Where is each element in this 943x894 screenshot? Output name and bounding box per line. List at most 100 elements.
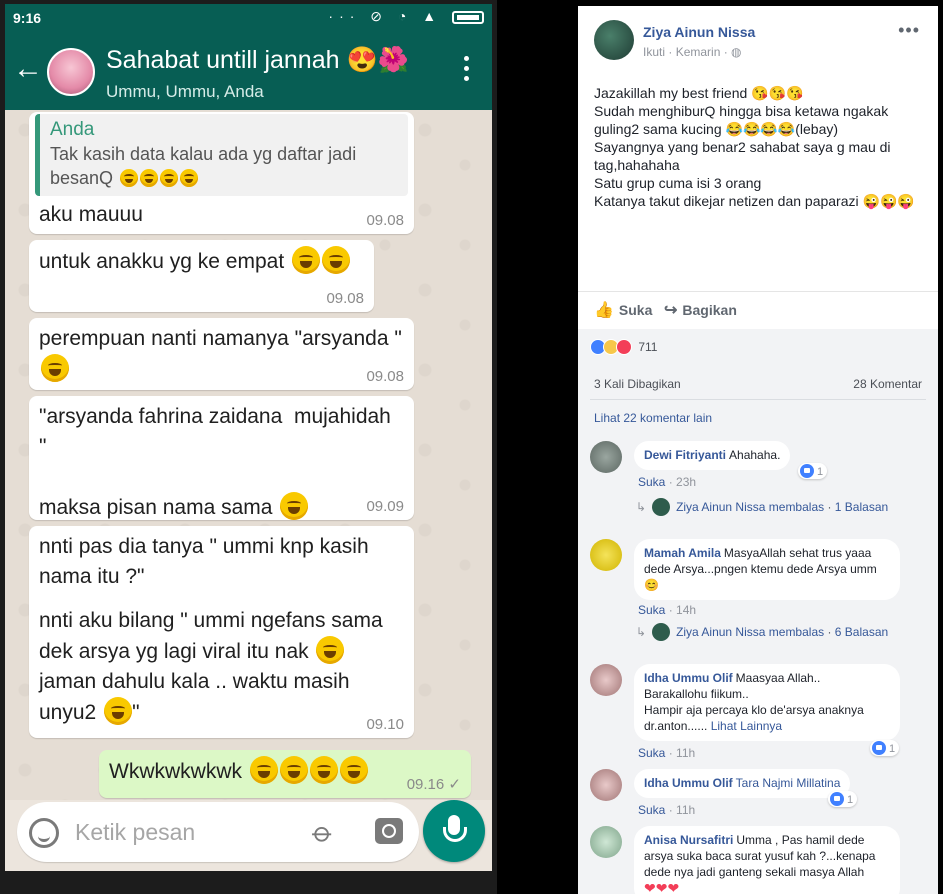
- globe-icon: ◍: [731, 45, 742, 59]
- post-line: Satu grup cuma isi 3 orang: [594, 175, 762, 191]
- rofl-emoji-icon: [279, 756, 308, 784]
- mic-button[interactable]: [423, 800, 485, 862]
- author-avatar[interactable]: [594, 20, 634, 60]
- see-more-link[interactable]: Lihat Lainnya: [711, 719, 782, 733]
- comment-text: Maasyaa Allah..: [735, 671, 821, 685]
- comment-likes[interactable]: 1: [870, 740, 900, 756]
- reaction-count: 711: [638, 340, 658, 354]
- whatsapp-phone: 9:16 ··· ⊘ ◔ ▲ ← Sahabat untill jannah 😍…: [0, 0, 497, 894]
- like-icon: [830, 792, 844, 806]
- post-actions: 👍 Suka ↪ Bagikan: [578, 291, 938, 329]
- message-bubble[interactable]: nnti pas dia tanya " ummi knp kasih nama…: [29, 526, 414, 738]
- reply-preview[interactable]: ↳ Ziya Ainun Nissa membalas · 6 Balasan: [636, 623, 888, 641]
- reply-avatar: [652, 498, 671, 516]
- commenter-avatar[interactable]: [590, 441, 622, 473]
- post-meta: Ikuti · Kemarin · ◍: [643, 45, 742, 59]
- attach-icon[interactable]: ⌀: [306, 815, 341, 850]
- back-arrow-icon[interactable]: ←: [13, 54, 43, 84]
- like-icon: [872, 741, 886, 755]
- commenter-name[interactable]: Idha Ummu Olif: [644, 671, 733, 685]
- comment-like-link[interactable]: Suka: [638, 603, 665, 617]
- status-icons: ··· ⊘ ◔ ▲: [328, 8, 484, 25]
- wink-tongue-emoji-icon: [41, 354, 69, 382]
- rofl-emoji-icon: [280, 492, 309, 520]
- message-text: aku mauuu: [39, 203, 143, 226]
- overflow-menu-icon[interactable]: [464, 56, 470, 86]
- rofl-emoji-icon: [316, 636, 345, 664]
- comment-likes[interactable]: 1: [798, 463, 828, 479]
- emoji-icon[interactable]: [29, 818, 59, 848]
- comments-section: 711 3 Kali Dibagikan 28 Komentar Lihat 2…: [578, 329, 938, 894]
- joy-emoji-icon: [292, 246, 320, 274]
- message-bubble[interactable]: untuk anakku yg ke empat 09.08: [29, 240, 374, 312]
- joy-emoji-icon: [104, 697, 133, 725]
- whatsapp-screen: 9:16 ··· ⊘ ◔ ▲ ← Sahabat untill jannah 😍…: [5, 4, 492, 871]
- commenter-avatar[interactable]: [590, 769, 622, 801]
- rofl-emoji-icon: [249, 756, 278, 784]
- follow-link[interactable]: Ikuti: [643, 45, 665, 59]
- chat-header: ← Sahabat untill jannah 😍🌺 Ummu, Ummu, A…: [5, 32, 492, 110]
- quote-author: Anda: [50, 119, 95, 140]
- camera-icon[interactable]: [375, 818, 403, 844]
- rofl-emoji-icon: [309, 756, 338, 784]
- message-bubble[interactable]: perempuan nanti namanya "arsyanda " 09.0…: [29, 318, 414, 390]
- rofl-emoji-icon: [322, 246, 350, 274]
- composer: Ketik pesan ⌀: [5, 800, 492, 871]
- comment-like-link[interactable]: Suka: [638, 475, 665, 489]
- share-arrow-icon: ↪: [664, 302, 678, 319]
- post-card: Ziya Ainun Nissa Ikuti · Kemarin · ◍ •••…: [578, 6, 938, 329]
- group-avatar[interactable]: [47, 48, 95, 96]
- post-time[interactable]: Kemarin: [676, 45, 721, 59]
- shares-count[interactable]: 3 Kali Dibagikan: [594, 377, 681, 391]
- post-line: Katanya takut dikejar netizen dan papara…: [594, 193, 915, 209]
- comment-meta: Suka · 23h: [638, 475, 697, 489]
- rofl-emoji-icon: [180, 169, 199, 187]
- view-more-comments-link[interactable]: Lihat 22 komentar lain: [594, 411, 712, 425]
- commenter-name[interactable]: Mamah Amila: [644, 546, 721, 560]
- thumbs-up-icon: 👍: [594, 302, 614, 319]
- post-line: Jazakillah my best friend 😘😘😘: [594, 85, 804, 101]
- message-text: nnti pas dia tanya " ummi knp kasih nama…: [39, 535, 375, 588]
- message-bubble[interactable]: "arsyanda fahrina zaidana mujahidah " ma…: [29, 396, 414, 520]
- message-input-box[interactable]: Ketik pesan ⌀: [17, 802, 419, 862]
- signal-icons: ··· ⊘ ◔ ▲: [328, 8, 443, 24]
- comment-bubble: Idha Ummu Olif Maasyaa Allah.. Barakalloh…: [634, 664, 900, 741]
- like-icon: [800, 464, 814, 478]
- battery-icon: [452, 10, 484, 24]
- like-button[interactable]: 👍 Suka: [594, 300, 652, 320]
- comments-count[interactable]: 28 Komentar: [853, 377, 922, 391]
- comment-bubble: Mamah Amila MasyaAllah sehat trus yaaa de…: [634, 539, 900, 600]
- commenter-name[interactable]: Idha Ummu Olif: [644, 776, 733, 790]
- post-line: Sayangnya yang benar2 sahabat saya g mau…: [594, 139, 891, 173]
- comment-meta: Suka · 11h: [638, 803, 696, 817]
- share-button[interactable]: ↪ Bagikan: [664, 300, 737, 320]
- reply-arrow-icon: ↳: [636, 625, 647, 639]
- commenter-avatar[interactable]: [590, 826, 622, 858]
- message-input[interactable]: Ketik pesan: [75, 819, 195, 846]
- more-options-icon[interactable]: •••: [898, 20, 920, 41]
- message-time: 09.08: [326, 290, 364, 307]
- comment-bubble: Dewi Fitriyanti Ahahaha.: [634, 441, 791, 470]
- reply-preview[interactable]: ↳ Ziya Ainun Nissa membalas · 1 Balasan: [636, 498, 888, 516]
- comment-likes[interactable]: 1: [828, 791, 858, 807]
- reactions-summary[interactable]: 711: [590, 339, 657, 355]
- status-time: 9:16: [13, 10, 42, 26]
- message-text: "arsyanda fahrina zaidana mujahidah " ma…: [39, 405, 391, 520]
- rofl-emoji-icon: [339, 756, 368, 784]
- comment-like-link[interactable]: Suka: [638, 803, 665, 817]
- message-bubble[interactable]: Anda Tak kasih data kalau ada yg daftar …: [29, 112, 414, 234]
- comment-like-link[interactable]: Suka: [638, 746, 665, 760]
- tagged-user[interactable]: Tara Najmi Millatina: [736, 776, 841, 790]
- quoted-message[interactable]: Anda Tak kasih data kalau ada yg daftar …: [35, 114, 408, 196]
- chat-title[interactable]: Sahabat untill jannah 😍🌺: [106, 46, 409, 75]
- chat-participants[interactable]: Ummu, Ummu, Anda: [106, 82, 264, 102]
- message-list[interactable]: Anda Tak kasih data kalau ada yg daftar …: [5, 110, 492, 800]
- love-reaction-icon: [616, 339, 632, 355]
- commenter-avatar[interactable]: [590, 539, 622, 571]
- outgoing-message-bubble[interactable]: Wkwkwkwkwk 09.16 ✓: [99, 750, 471, 798]
- reply-arrow-icon: ↳: [636, 500, 647, 514]
- commenter-avatar[interactable]: [590, 664, 622, 696]
- commenter-name[interactable]: Dewi Fitriyanti: [644, 448, 726, 462]
- author-name[interactable]: Ziya Ainun Nissa: [643, 24, 755, 40]
- commenter-name[interactable]: Anisa Nursafitri: [644, 833, 733, 847]
